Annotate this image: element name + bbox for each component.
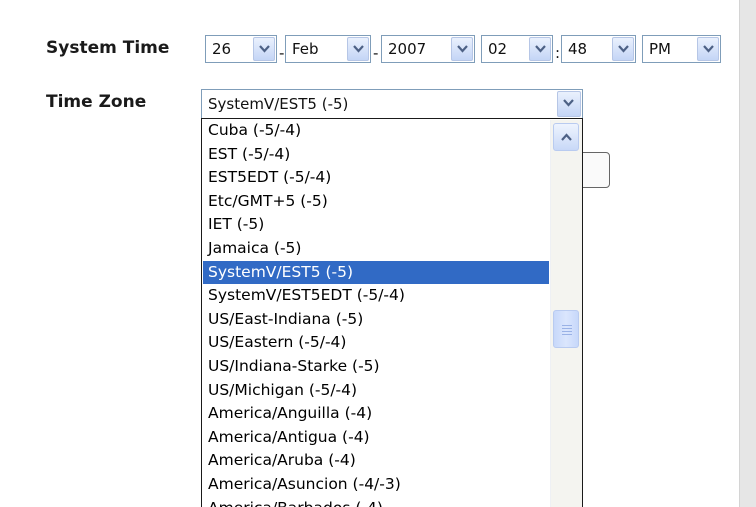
time-zone-option[interactable]: US/Eastern (-5/-4) <box>203 331 549 355</box>
month-select[interactable]: Feb <box>285 35 371 63</box>
time-zone-option[interactable]: America/Anguilla (-4) <box>203 402 549 426</box>
time-zone-value: SystemV/EST5 (-5) <box>208 95 349 113</box>
ampm-select[interactable]: PM <box>642 35 721 63</box>
date-separator: - <box>373 44 379 62</box>
time-zone-option[interactable]: EST5EDT (-5/-4) <box>203 166 549 190</box>
time-zone-option[interactable]: Etc/GMT+5 (-5) <box>203 190 549 214</box>
time-zone-option[interactable]: SystemV/EST5EDT (-5/-4) <box>203 284 549 308</box>
ampm-value: PM <box>649 40 671 58</box>
year-select[interactable]: 2007 <box>381 35 475 63</box>
scrollbar-thumb[interactable] <box>553 310 579 348</box>
time-zone-option[interactable]: Jamaica (-5) <box>203 237 549 261</box>
time-zone-option[interactable]: Cuba (-5/-4) <box>203 119 549 143</box>
time-zone-options: Cuba (-5/-4) EST (-5/-4) EST5EDT (-5/-4) Et… <box>203 119 549 507</box>
date-separator: - <box>279 44 285 62</box>
time-zone-option[interactable]: EST (-5/-4) <box>203 143 549 167</box>
year-value: 2007 <box>388 40 427 58</box>
chevron-down-icon[interactable] <box>347 37 369 61</box>
time-zone-select[interactable]: SystemV/EST5 (-5) <box>201 89 583 119</box>
minute-value: 48 <box>568 40 588 58</box>
settings-panel: System Time 26 - Feb - 2007 02 : 48 PM T… <box>0 0 740 507</box>
day-select[interactable]: 26 <box>205 35 277 63</box>
day-value: 26 <box>212 40 232 58</box>
time-zone-option[interactable]: America/Barbados (-4) <box>203 497 549 507</box>
time-zone-option-selected[interactable]: SystemV/EST5 (-5) <box>203 260 549 285</box>
minute-select[interactable]: 48 <box>561 35 636 63</box>
time-separator: : <box>555 44 561 62</box>
time-zone-label: Time Zone <box>46 92 147 112</box>
chevron-down-icon[interactable] <box>451 37 473 61</box>
time-zone-option[interactable]: America/Asuncion (-4/-3) <box>203 473 549 497</box>
chevron-down-icon[interactable] <box>529 37 551 61</box>
time-zone-option[interactable]: America/Aruba (-4) <box>203 449 549 473</box>
time-zone-option[interactable]: US/Indiana-Starke (-5) <box>203 355 549 379</box>
hour-select[interactable]: 02 <box>481 35 553 63</box>
chevron-down-icon[interactable] <box>557 91 581 117</box>
time-zone-option[interactable]: IET (-5) <box>203 213 549 237</box>
hour-value: 02 <box>488 40 508 58</box>
vertical-scrollbar[interactable] <box>550 120 582 507</box>
time-zone-option[interactable]: US/Michigan (-5/-4) <box>203 379 549 403</box>
chevron-up-icon[interactable] <box>553 123 579 151</box>
chevron-down-icon[interactable] <box>612 37 634 61</box>
system-time-label: System Time <box>46 38 170 58</box>
month-value: Feb <box>292 40 319 58</box>
time-zone-dropdown-list[interactable]: Cuba (-5/-4) EST (-5/-4) EST5EDT (-5/-4) Et… <box>201 118 583 507</box>
chevron-down-icon[interactable] <box>697 37 719 61</box>
chevron-down-icon[interactable] <box>253 37 275 61</box>
time-zone-option[interactable]: US/East-Indiana (-5) <box>203 308 549 332</box>
time-zone-option[interactable]: America/Antigua (-4) <box>203 426 549 450</box>
